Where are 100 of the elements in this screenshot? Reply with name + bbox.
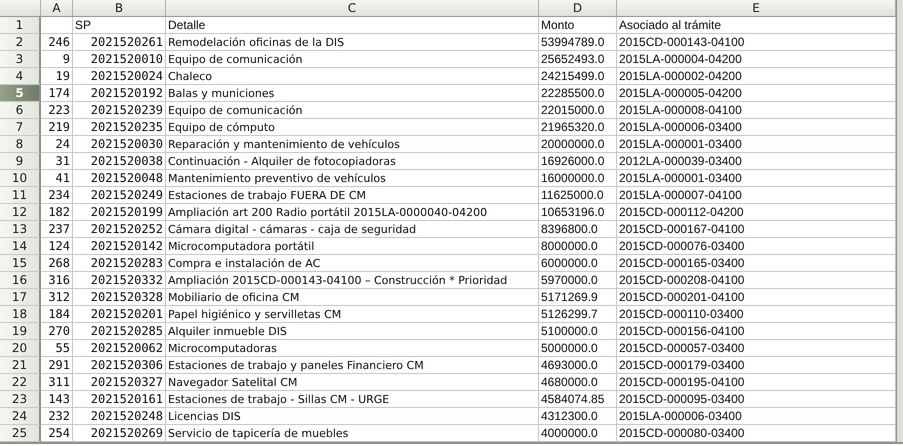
table-cell: 2015LA-000002-04200: [617, 68, 896, 85]
table-cell: Mantenimiento preventivo de vehículos: [166, 170, 539, 187]
row-header[interactable]: 8: [0, 136, 41, 153]
row-header[interactable]: 25: [0, 425, 41, 442]
row-header[interactable]: 16: [0, 272, 41, 289]
row-header[interactable]: 7: [0, 119, 41, 136]
table-cell: SP: [73, 17, 166, 34]
table-cell: 2015LA-000007-04100: [617, 187, 896, 204]
table-cell: 182: [41, 204, 73, 221]
table-cell: 53994789.0: [539, 34, 617, 51]
column-header[interactable]: D: [539, 0, 617, 17]
table-cell: 2021520327: [73, 374, 166, 391]
table-cell: 2021520269: [73, 425, 166, 442]
table-cell: 2015CD-000057-03400: [617, 340, 896, 357]
table-cell: 2012LA-000039-03400: [617, 153, 896, 170]
table-cell: 2021520248: [73, 408, 166, 425]
table-cell: Servicio de tapicería de muebles: [166, 425, 539, 442]
table-cell: 2021520328: [73, 289, 166, 306]
table-cell: 2021520332: [73, 272, 166, 289]
table-cell: Equipo de cómputo: [166, 119, 539, 136]
row-header[interactable]: 15: [0, 255, 41, 272]
row-header[interactable]: 19: [0, 323, 41, 340]
table-cell: 223: [41, 102, 73, 119]
table-cell: 4693000.0: [539, 357, 617, 374]
table-cell: 2015LA-000001-03400: [617, 136, 896, 153]
table-cell: 4680000.0: [539, 374, 617, 391]
table-cell: 2015LA-000001-03400: [617, 170, 896, 187]
select-all-corner[interactable]: [0, 0, 41, 17]
table-cell: 24215499.0: [539, 68, 617, 85]
table-cell: 2021520048: [73, 170, 166, 187]
table-cell: Microcomputadoras: [166, 340, 539, 357]
table-cell: 2015CD-000110-03400: [617, 306, 896, 323]
table-cell: 2015CD-000208-04100: [617, 272, 896, 289]
table-cell: 2021520261: [73, 34, 166, 51]
table-cell: 270: [41, 323, 73, 340]
column-header[interactable]: E: [617, 0, 896, 17]
row-header[interactable]: 23: [0, 391, 41, 408]
table-cell: 2021520285: [73, 323, 166, 340]
table-cell: 20000000.0: [539, 136, 617, 153]
table-cell: 312: [41, 289, 73, 306]
table-cell: Papel higiénico y servilletas CM: [166, 306, 539, 323]
table-cell: 2015LA-000006-03400: [617, 408, 896, 425]
table-cell: Reparación y mantenimiento de vehículos: [166, 136, 539, 153]
table-cell: 2015CD-000143-04100: [617, 34, 896, 51]
row-header[interactable]: 3: [0, 51, 41, 68]
table-cell: 22015000.0: [539, 102, 617, 119]
column-header[interactable]: B: [73, 0, 166, 17]
table-cell: 5000000.0: [539, 340, 617, 357]
table-cell: 22285500.0: [539, 85, 617, 102]
table-cell: 9: [41, 51, 73, 68]
table-cell: 2021520161: [73, 391, 166, 408]
table-cell: Equipo de comunicación: [166, 102, 539, 119]
table-cell: Alquiler inmueble DIS: [166, 323, 539, 340]
table-cell: 2021520030: [73, 136, 166, 153]
table-cell: 268: [41, 255, 73, 272]
column-header[interactable]: A: [41, 0, 73, 17]
table-cell: Chaleco: [166, 68, 539, 85]
table-cell: 5171269.9: [539, 289, 617, 306]
table-cell: Detalle: [166, 17, 539, 34]
row-header[interactable]: 9: [0, 153, 41, 170]
table-cell: Ampliación art 200 Radio portátil 2015LA-0000040-04200: [166, 204, 539, 221]
row-header[interactable]: 21: [0, 357, 41, 374]
table-cell: 2021520306: [73, 357, 166, 374]
row-header[interactable]: 6: [0, 102, 41, 119]
row-header[interactable]: 2: [0, 34, 41, 51]
table-cell: Continuación - Alquiler de fotocopiadoras: [166, 153, 539, 170]
table-cell: 2021520239: [73, 102, 166, 119]
row-header[interactable]: 18: [0, 306, 41, 323]
table-cell: Cámara digital - cámaras - caja de seguridad: [166, 221, 539, 238]
table-cell: 2021520235: [73, 119, 166, 136]
table-cell: 41: [41, 170, 73, 187]
row-header[interactable]: 1: [0, 17, 41, 34]
table-cell: 8396800.0: [539, 221, 617, 238]
table-cell: 5126299.7: [539, 306, 617, 323]
table-cell: 24: [41, 136, 73, 153]
table-cell: Microcomputadora portátil: [166, 238, 539, 255]
table-cell: 316: [41, 272, 73, 289]
table-cell: Compra e instalación de AC: [166, 255, 539, 272]
row-header[interactable]: 10: [0, 170, 41, 187]
row-header[interactable]: 17: [0, 289, 41, 306]
table-cell: 2021520252: [73, 221, 166, 238]
row-header[interactable]: 4: [0, 68, 41, 85]
table-cell: Monto: [539, 17, 617, 34]
table-cell: Equipo de comunicación: [166, 51, 539, 68]
table-cell: 2021520199: [73, 204, 166, 221]
table-cell: 4584074.85: [539, 391, 617, 408]
table-cell: 2015CD-000156-04100: [617, 323, 896, 340]
row-header[interactable]: 22: [0, 374, 41, 391]
table-cell: 2021520283: [73, 255, 166, 272]
row-header[interactable]: 20: [0, 340, 41, 357]
column-header[interactable]: C: [166, 0, 539, 17]
row-header[interactable]: 14: [0, 238, 41, 255]
table-cell: 2021520249: [73, 187, 166, 204]
row-header[interactable]: 13: [0, 221, 41, 238]
row-header[interactable]: 12: [0, 204, 41, 221]
row-header[interactable]: 11: [0, 187, 41, 204]
table-cell: Remodelación oficinas de la DIS: [166, 34, 539, 51]
row-header[interactable]: 24: [0, 408, 41, 425]
table-cell: 219: [41, 119, 73, 136]
table-cell: 254: [41, 425, 73, 442]
